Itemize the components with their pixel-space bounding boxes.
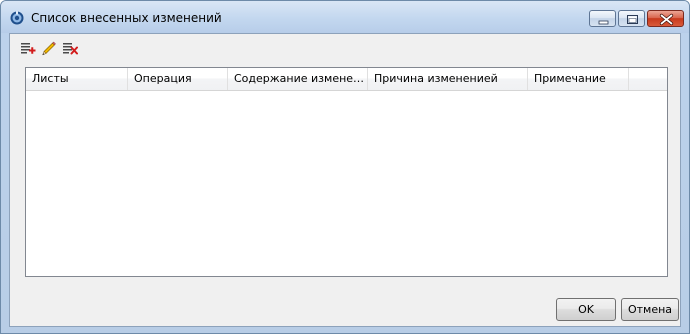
delete-row-icon: [63, 43, 78, 55]
app-icon: [10, 11, 24, 25]
column-header-note[interactable]: Примечание: [528, 68, 629, 90]
table-header: Листы Операция Содержание изменен... При…: [26, 68, 667, 91]
window-title: Список внесенных изменений: [31, 11, 222, 25]
title-bar[interactable]: Список внесенных изменений: [1, 1, 689, 33]
delete-row-button[interactable]: [60, 38, 80, 58]
ok-button[interactable]: OK: [556, 298, 616, 321]
close-button[interactable]: [647, 10, 684, 27]
column-header-sheets[interactable]: Листы: [26, 68, 128, 90]
cancel-button[interactable]: Отмена: [621, 298, 679, 321]
dialog-window: Список внесенных изменений Листы Операци…: [0, 0, 690, 334]
edit-row-button[interactable]: [39, 38, 59, 58]
close-icon: [659, 13, 674, 26]
add-row-button[interactable]: [18, 38, 38, 58]
column-header-change-content[interactable]: Содержание изменен...: [228, 68, 368, 90]
column-header-operation[interactable]: Операция: [128, 68, 228, 90]
minimize-icon: [598, 20, 609, 25]
minimize-button[interactable]: [589, 10, 616, 27]
maximize-icon: [627, 15, 638, 24]
dialog-body: Листы Операция Содержание изменен... При…: [9, 33, 681, 327]
changes-table[interactable]: Листы Операция Содержание изменен... При…: [25, 67, 668, 277]
table-body[interactable]: [26, 91, 667, 276]
column-header-change-reason[interactable]: Причина измененией: [368, 68, 528, 90]
add-row-icon: [21, 43, 36, 54]
pencil-edit-icon: [42, 41, 56, 56]
column-header-filler: [629, 68, 667, 90]
maximize-button[interactable]: [618, 10, 645, 27]
